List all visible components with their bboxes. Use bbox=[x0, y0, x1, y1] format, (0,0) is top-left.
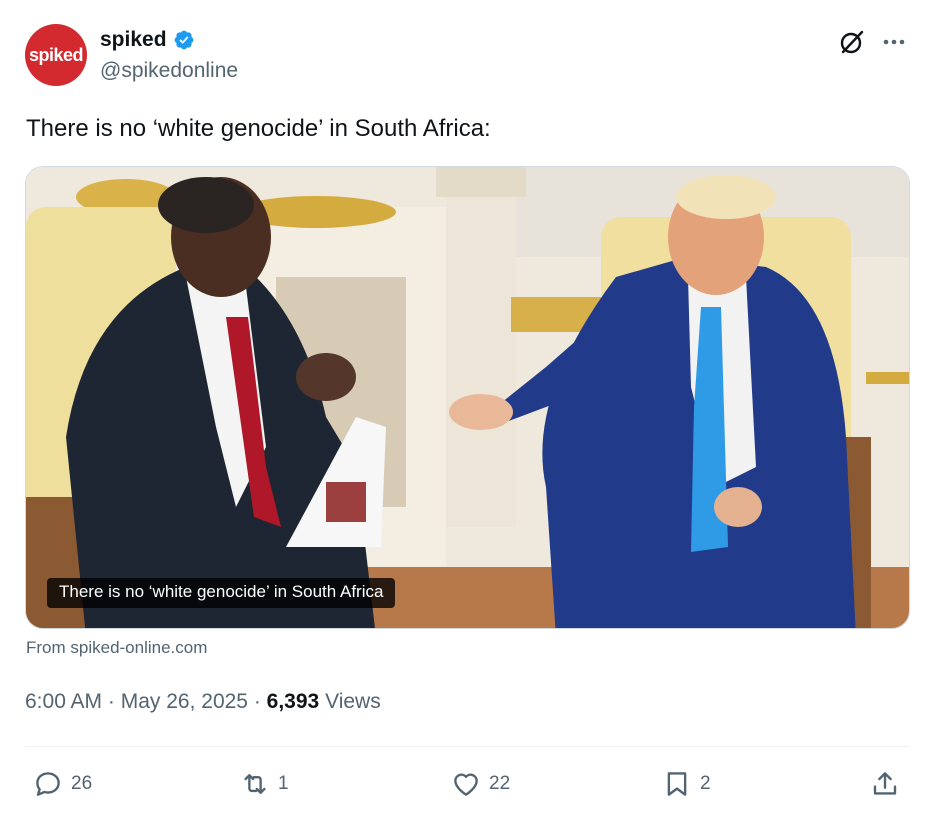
avatar-logo-text: spiked bbox=[28, 44, 84, 65]
views-count: 6,393 bbox=[266, 690, 320, 713]
meta-separator: · bbox=[248, 690, 267, 713]
bookmark-count: 2 bbox=[700, 773, 711, 794]
meta-separator: · bbox=[102, 690, 121, 713]
tweet-meta: 6:00 AM · May 26, 2025 · 6,393 Views bbox=[25, 690, 381, 714]
verified-badge-icon bbox=[174, 30, 193, 50]
views-label: Views bbox=[319, 690, 381, 713]
author-name-row: spiked bbox=[100, 28, 195, 52]
repost-button[interactable]: 1 bbox=[240, 766, 289, 802]
more-icon[interactable] bbox=[880, 28, 908, 56]
media-caption: There is no ‘white genocide’ in South Af… bbox=[47, 578, 396, 608]
link-card-image[interactable]: There is no ‘white genocide’ in South Af… bbox=[25, 166, 910, 629]
tweet-time[interactable]: 6:00 AM bbox=[25, 690, 102, 714]
photo-illustration bbox=[26, 167, 909, 628]
repost-count: 1 bbox=[278, 773, 289, 794]
reply-button[interactable]: 26 bbox=[33, 766, 92, 802]
share-icon bbox=[873, 772, 897, 795]
author-handle[interactable]: @spikedonline bbox=[100, 59, 238, 83]
tweet-text: There is no ‘white genocide’ in South Af… bbox=[26, 115, 491, 142]
bookmark-button[interactable]: 2 bbox=[662, 766, 711, 802]
share-button[interactable] bbox=[870, 766, 900, 802]
like-button[interactable]: 22 bbox=[451, 766, 510, 802]
link-source[interactable]: From spiked-online.com bbox=[26, 638, 207, 658]
like-icon bbox=[454, 773, 478, 796]
reply-icon bbox=[36, 772, 60, 796]
reply-count: 26 bbox=[71, 773, 93, 794]
display-name[interactable]: spiked bbox=[100, 28, 167, 52]
like-count: 22 bbox=[489, 773, 511, 794]
grok-icon[interactable] bbox=[838, 28, 866, 56]
avatar[interactable]: spiked bbox=[25, 24, 87, 86]
tweet-date[interactable]: May 26, 2025 bbox=[121, 690, 248, 714]
repost-icon bbox=[244, 774, 266, 794]
bookmark-icon bbox=[667, 772, 687, 796]
divider bbox=[25, 746, 910, 747]
